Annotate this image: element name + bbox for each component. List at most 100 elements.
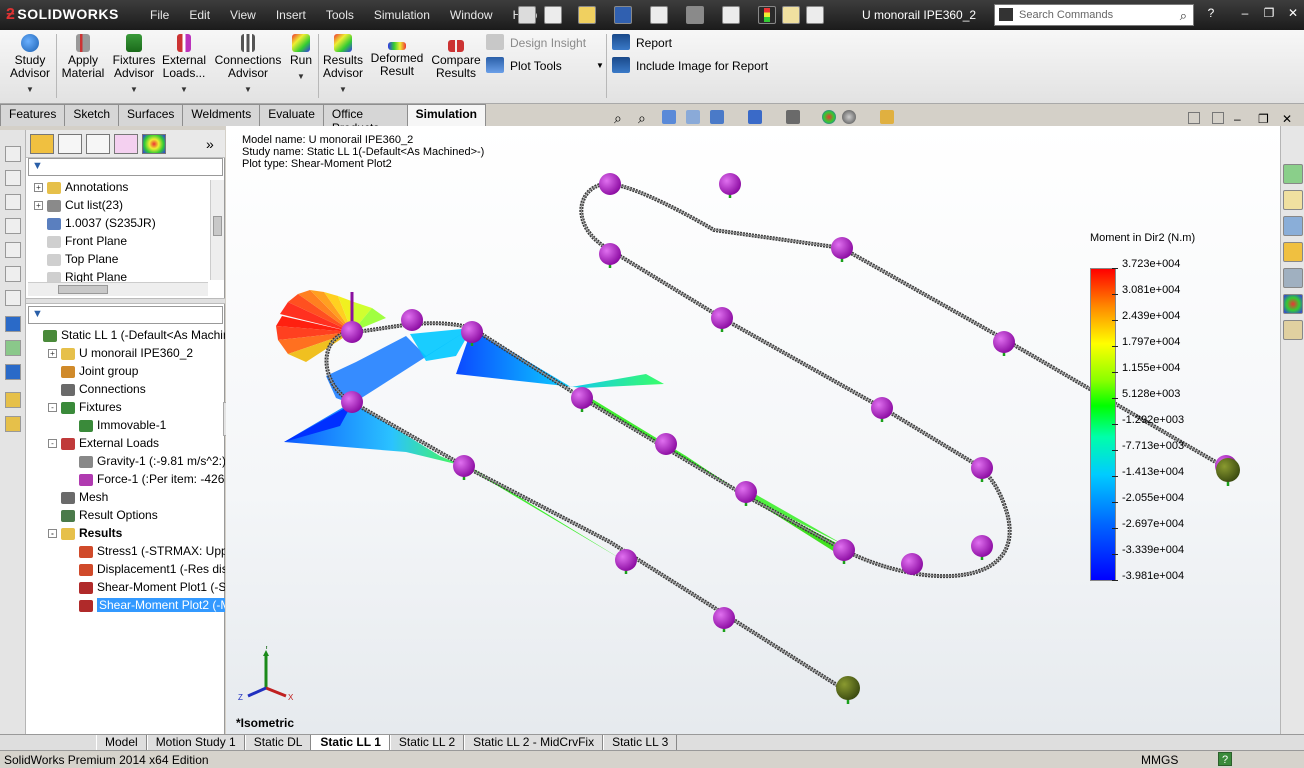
tree-item[interactable]: Front Plane xyxy=(34,232,127,250)
include-image-button[interactable]: Include Image for Report xyxy=(612,57,768,75)
study-advisor-button[interactable]: Study Advisor ▼ xyxy=(8,34,52,96)
study-tab[interactable]: Static DL xyxy=(244,735,312,751)
vertical-scrollbar[interactable] xyxy=(210,180,224,280)
joint-node[interactable] xyxy=(599,173,621,195)
panel-splitter[interactable] xyxy=(26,298,225,304)
collapse-icon[interactable]: - xyxy=(48,403,57,413)
compare-results-button[interactable]: Compare Results xyxy=(430,34,482,80)
report-button[interactable]: Report xyxy=(612,34,672,52)
file-explorer-tab-icon[interactable] xyxy=(1283,242,1303,262)
view-icon[interactable] xyxy=(5,242,21,258)
tree-item[interactable]: Force-1 (:Per item: -42673. xyxy=(66,470,225,488)
sim-tree-filter-input[interactable]: ▼ xyxy=(28,306,223,324)
tree-item[interactable]: Top Plane xyxy=(34,250,118,268)
view-orientation-icon[interactable] xyxy=(748,110,762,124)
view-icon[interactable] xyxy=(5,194,21,210)
dimxpert-tab-icon[interactable] xyxy=(114,134,138,154)
end-support[interactable] xyxy=(1216,458,1240,486)
menu-insert[interactable]: Insert xyxy=(266,0,316,30)
menu-window[interactable]: Window xyxy=(440,0,503,30)
open-icon[interactable] xyxy=(578,6,596,24)
display-manager-tab-icon[interactable] xyxy=(142,134,166,154)
viewport-close-icon[interactable]: ✕ xyxy=(1282,112,1292,126)
minimize-icon[interactable]: – xyxy=(1236,6,1254,22)
search-icon[interactable]: ⌕ xyxy=(1180,8,1187,24)
joint-node[interactable] xyxy=(461,321,483,343)
help-icon[interactable]: ? xyxy=(1202,6,1220,22)
tree-item[interactable]: Immovable-1 xyxy=(66,416,166,434)
joint-node[interactable] xyxy=(735,481,757,503)
dynamic-annotation-icon[interactable] xyxy=(710,110,724,124)
expand-icon[interactable]: + xyxy=(34,183,43,193)
feature-tree-tab-icon[interactable] xyxy=(30,134,54,154)
viewport-minimize-icon[interactable]: – xyxy=(1234,112,1241,126)
tree-item[interactable]: + U monorail IPE360_2 xyxy=(48,344,193,362)
tree-item[interactable]: Shear-Moment Plot1 (-Shear xyxy=(66,578,225,596)
undo-icon[interactable] xyxy=(686,6,704,24)
scene-icon[interactable] xyxy=(842,110,856,124)
tab-evaluate[interactable]: Evaluate xyxy=(259,104,324,126)
pin-icon[interactable] xyxy=(518,6,536,24)
options-icon[interactable] xyxy=(806,6,824,24)
restore-icon[interactable]: ❐ xyxy=(1260,6,1278,22)
run-button[interactable]: Run ▼ xyxy=(286,34,316,83)
menu-file[interactable]: File xyxy=(140,0,179,30)
print-icon[interactable] xyxy=(650,6,668,24)
file-properties-icon[interactable] xyxy=(782,6,800,24)
app-logo[interactable]: ƻ SOLIDWORKS xyxy=(6,6,119,24)
configuration-tab-icon[interactable] xyxy=(86,134,110,154)
tab-sketch[interactable]: Sketch xyxy=(64,104,120,126)
custom-properties-tab-icon[interactable] xyxy=(1283,320,1303,340)
view-icon[interactable] xyxy=(5,170,21,186)
tab-surfaces[interactable]: Surfaces xyxy=(118,104,184,126)
appearance-icon[interactable] xyxy=(822,110,836,124)
tree-item[interactable]: Result Options xyxy=(48,506,158,524)
help-icon[interactable]: ? xyxy=(1218,752,1232,766)
collapse-icon[interactable]: - xyxy=(48,439,57,449)
expand-icon[interactable]: + xyxy=(48,349,57,359)
external-loads-button[interactable]: External Loads... ▼ xyxy=(160,34,208,96)
sim-tool-icon[interactable] xyxy=(5,392,21,408)
expand-icon[interactable]: + xyxy=(34,201,43,211)
tab-simulation[interactable]: Simulation xyxy=(406,104,486,128)
tree-item[interactable]: + Annotations xyxy=(34,178,128,196)
model-view[interactable] xyxy=(226,126,1280,734)
menu-tools[interactable]: Tools xyxy=(316,0,364,30)
tree-filter-input[interactable]: ▼ xyxy=(28,158,223,176)
property-manager-tab-icon[interactable] xyxy=(58,134,82,154)
tab-weldments[interactable]: Weldments xyxy=(182,104,261,126)
joint-node[interactable] xyxy=(719,173,741,195)
tree-item[interactable]: 1.0037 (S235JR) xyxy=(34,214,156,232)
display-settings-icon[interactable] xyxy=(880,110,894,124)
joint-node[interactable] xyxy=(599,243,621,265)
design-library-tab-icon[interactable] xyxy=(1283,216,1303,236)
end-support[interactable] xyxy=(836,676,860,704)
section-view-icon[interactable] xyxy=(686,110,700,124)
deformed-result-button[interactable]: Deformed Result xyxy=(368,34,426,78)
joint-node[interactable] xyxy=(713,607,735,629)
sim-tool-icon[interactable] xyxy=(5,316,21,332)
menu-view[interactable]: View xyxy=(220,0,266,30)
tree-item[interactable]: Static LL 1 (-Default<As Machined>-) xyxy=(30,326,225,344)
view-icon[interactable] xyxy=(5,266,21,282)
tree-item[interactable]: Shear-Moment Plot2 (-Moment xyxy=(66,596,225,614)
tree-item[interactable]: - Fixtures xyxy=(48,398,122,416)
view-icon[interactable] xyxy=(5,218,21,234)
tree-item[interactable]: Displacement1 (-Res disp- xyxy=(66,560,225,578)
view-icon[interactable] xyxy=(5,290,21,306)
search-commands-input[interactable]: Search Commands ⌕ xyxy=(994,4,1194,26)
previous-view-icon[interactable] xyxy=(662,110,676,124)
display-style-icon[interactable] xyxy=(786,110,800,124)
study-tab[interactable]: Static LL 1 xyxy=(311,735,390,751)
tab-office-products[interactable]: Office Products xyxy=(322,104,408,135)
home-tab-icon[interactable] xyxy=(1283,190,1303,210)
zoom-area-icon[interactable]: ⌕ xyxy=(638,110,646,127)
joint-node[interactable] xyxy=(971,457,993,479)
expand-panel-icon[interactable]: » xyxy=(206,136,214,152)
study-tab[interactable]: Static LL 2 xyxy=(389,735,465,751)
resources-tab-icon[interactable] xyxy=(1283,164,1303,184)
fixtures-advisor-button[interactable]: Fixtures Advisor ▼ xyxy=(110,34,158,96)
tree-item[interactable]: - External Loads xyxy=(48,434,159,452)
menu-edit[interactable]: Edit xyxy=(179,0,220,30)
connections-advisor-button[interactable]: Connections Advisor ▼ xyxy=(212,34,284,96)
